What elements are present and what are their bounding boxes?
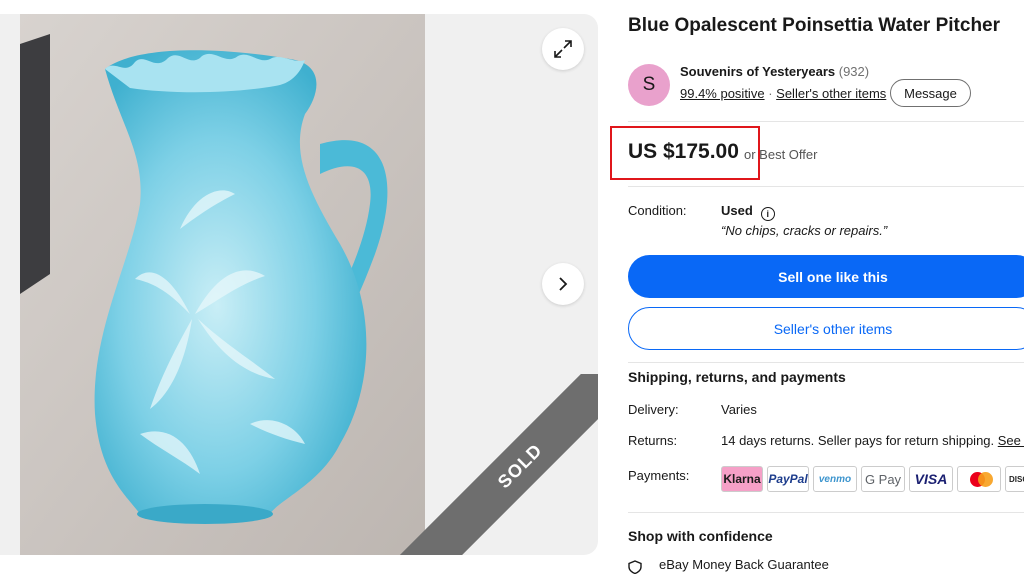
shop-confidence-heading: Shop with confidence: [628, 528, 773, 544]
shipping-heading: Shipping, returns, and payments: [628, 369, 846, 385]
chevron-right-icon: [559, 277, 568, 291]
message-button[interactable]: Message: [890, 79, 971, 107]
visa-icon: VISA: [909, 466, 953, 492]
seller-card: S Souvenirs of Yesteryears (932) 99.4% p…: [628, 62, 1024, 110]
returns-text: 14 days returns. Seller pays for return …: [721, 433, 995, 448]
divider: [628, 362, 1024, 363]
seller-other-items-link[interactable]: Seller's other items: [776, 86, 886, 101]
shield-icon: [628, 560, 642, 574]
separator: ·: [768, 86, 773, 101]
next-image-button[interactable]: [542, 263, 584, 305]
see-details-link[interactable]: See de: [998, 433, 1024, 448]
delivery-value: Varies: [721, 402, 757, 417]
avatar[interactable]: S: [628, 64, 670, 106]
condition-note: “No chips, cracks or repairs.”: [721, 223, 888, 238]
expand-icon[interactable]: [542, 28, 584, 70]
money-back-guarantee[interactable]: eBay Money Back Guarantee: [659, 557, 829, 572]
divider: [628, 186, 1024, 187]
returns-label: Returns:: [628, 433, 678, 448]
discover-icon: DISCOVER: [1005, 466, 1024, 492]
listing-details: Blue Opalescent Poinsettia Water Pitcher…: [610, 0, 1024, 574]
image-gallery: SOLD: [0, 14, 598, 555]
seller-name-line: Souvenirs of Yesteryears (932): [680, 64, 869, 79]
product-photo[interactable]: [20, 14, 425, 555]
payments-label: Payments:: [628, 468, 690, 483]
paypal-icon: PayPal: [767, 466, 809, 492]
divider: [628, 512, 1024, 513]
feedback-count: (932): [838, 64, 870, 79]
info-icon[interactable]: i: [760, 207, 775, 221]
sold-badge: SOLD: [391, 374, 598, 555]
price-highlight-box: [610, 126, 760, 180]
listing-title: Blue Opalescent Poinsettia Water Pitcher: [628, 15, 1001, 36]
venmo-icon: venmo: [813, 466, 857, 492]
payment-methods: Klarna PayPal venmo G Pay VISA DISCOVER: [721, 466, 1024, 492]
seller-links: 99.4% positive · Seller's other items ·: [680, 86, 894, 101]
mastercard-icon: [957, 466, 1001, 492]
divider: [628, 121, 1024, 122]
condition-value: Used i: [721, 203, 775, 221]
klarna-icon: Klarna: [721, 466, 763, 492]
sell-one-like-this-button[interactable]: Sell one like this: [628, 255, 1024, 298]
delivery-label: Delivery:: [628, 402, 679, 417]
sold-ribbon: SOLD: [390, 374, 598, 555]
seller-name[interactable]: Souvenirs of Yesteryears: [680, 64, 835, 79]
google-pay-icon: G Pay: [861, 466, 905, 492]
condition-text: Used: [721, 203, 753, 218]
seller-other-items-button[interactable]: Seller's other items: [628, 307, 1024, 350]
returns-value: 14 days returns. Seller pays for return …: [721, 433, 1024, 448]
positive-feedback-link[interactable]: 99.4% positive: [680, 86, 765, 101]
condition-label: Condition:: [628, 203, 687, 218]
